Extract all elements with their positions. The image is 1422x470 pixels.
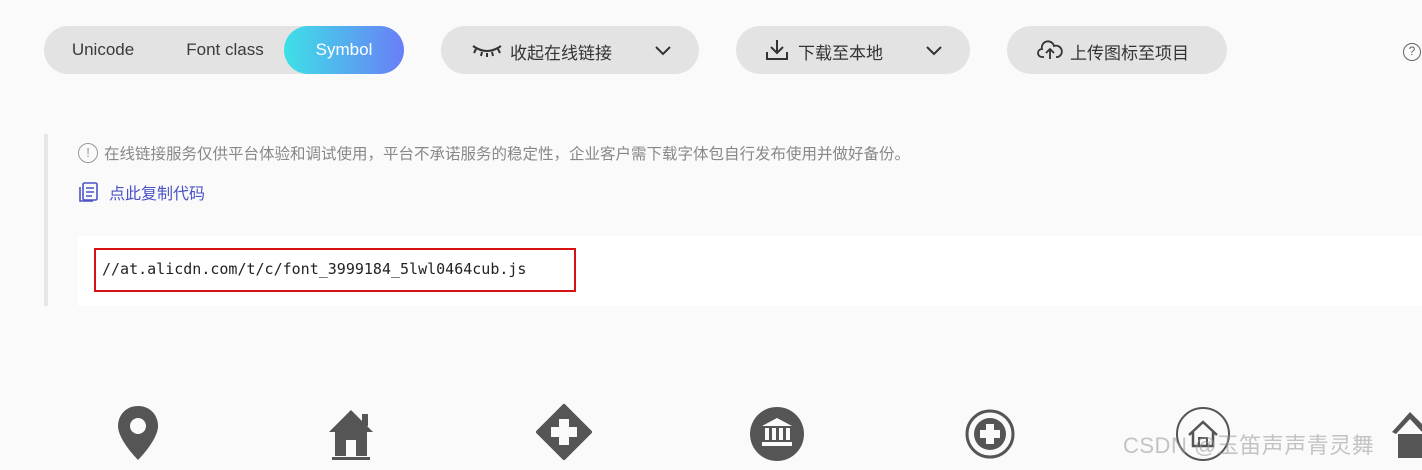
watermark: CSDN @玉笛声声青灵舞 bbox=[1123, 433, 1375, 458]
download-button[interactable]: 下载至本地 bbox=[736, 26, 970, 74]
format-tabs: Unicode Font class Symbol bbox=[44, 26, 404, 74]
location-pin-icon[interactable] bbox=[116, 402, 160, 462]
house-partial-icon[interactable] bbox=[1392, 402, 1422, 462]
tab-unicode[interactable]: Unicode bbox=[44, 26, 162, 74]
tab-font-class[interactable]: Font class bbox=[166, 26, 284, 74]
house-icon[interactable] bbox=[326, 402, 376, 462]
medical-cross-diamond-icon[interactable] bbox=[534, 402, 594, 462]
download-icon bbox=[766, 40, 788, 60]
medical-cross-circle-icon[interactable] bbox=[964, 402, 1016, 462]
notice: ! 在线链接服务仅供平台体验和调试使用，平台不承诺服务的稳定性，企业客户需下载字… bbox=[78, 141, 910, 165]
chevron-down-icon bbox=[655, 46, 671, 56]
copy-document-icon bbox=[79, 182, 98, 202]
tab-symbol[interactable]: Symbol bbox=[284, 26, 404, 74]
collapse-online-link-label: 收起在线链接 bbox=[510, 44, 612, 63]
chevron-down-icon bbox=[926, 46, 942, 56]
cloud-upload-icon bbox=[1037, 40, 1063, 59]
code-url[interactable]: //at.alicdn.com/t/c/font_3999184_5lwl046… bbox=[102, 260, 526, 278]
upload-label: 上传图标至项目 bbox=[1070, 44, 1189, 63]
info-icon: ! bbox=[78, 143, 98, 163]
bank-icon[interactable] bbox=[748, 402, 806, 462]
copy-code-link[interactable]: 点此复制代码 bbox=[78, 180, 205, 204]
collapse-online-link-button[interactable]: 收起在线链接 bbox=[441, 26, 699, 74]
help-icon[interactable]: ? bbox=[1403, 43, 1421, 61]
download-label: 下载至本地 bbox=[798, 44, 883, 63]
closed-eye-icon bbox=[472, 45, 502, 57]
copy-code-label: 点此复制代码 bbox=[109, 186, 206, 203]
upload-to-project-button[interactable]: 上传图标至项目 bbox=[1007, 26, 1227, 74]
notice-text: 在线链接服务仅供平台体验和调试使用，平台不承诺服务的稳定性，企业客户需下载字体包… bbox=[104, 146, 911, 163]
panel-left-border bbox=[44, 134, 48, 306]
